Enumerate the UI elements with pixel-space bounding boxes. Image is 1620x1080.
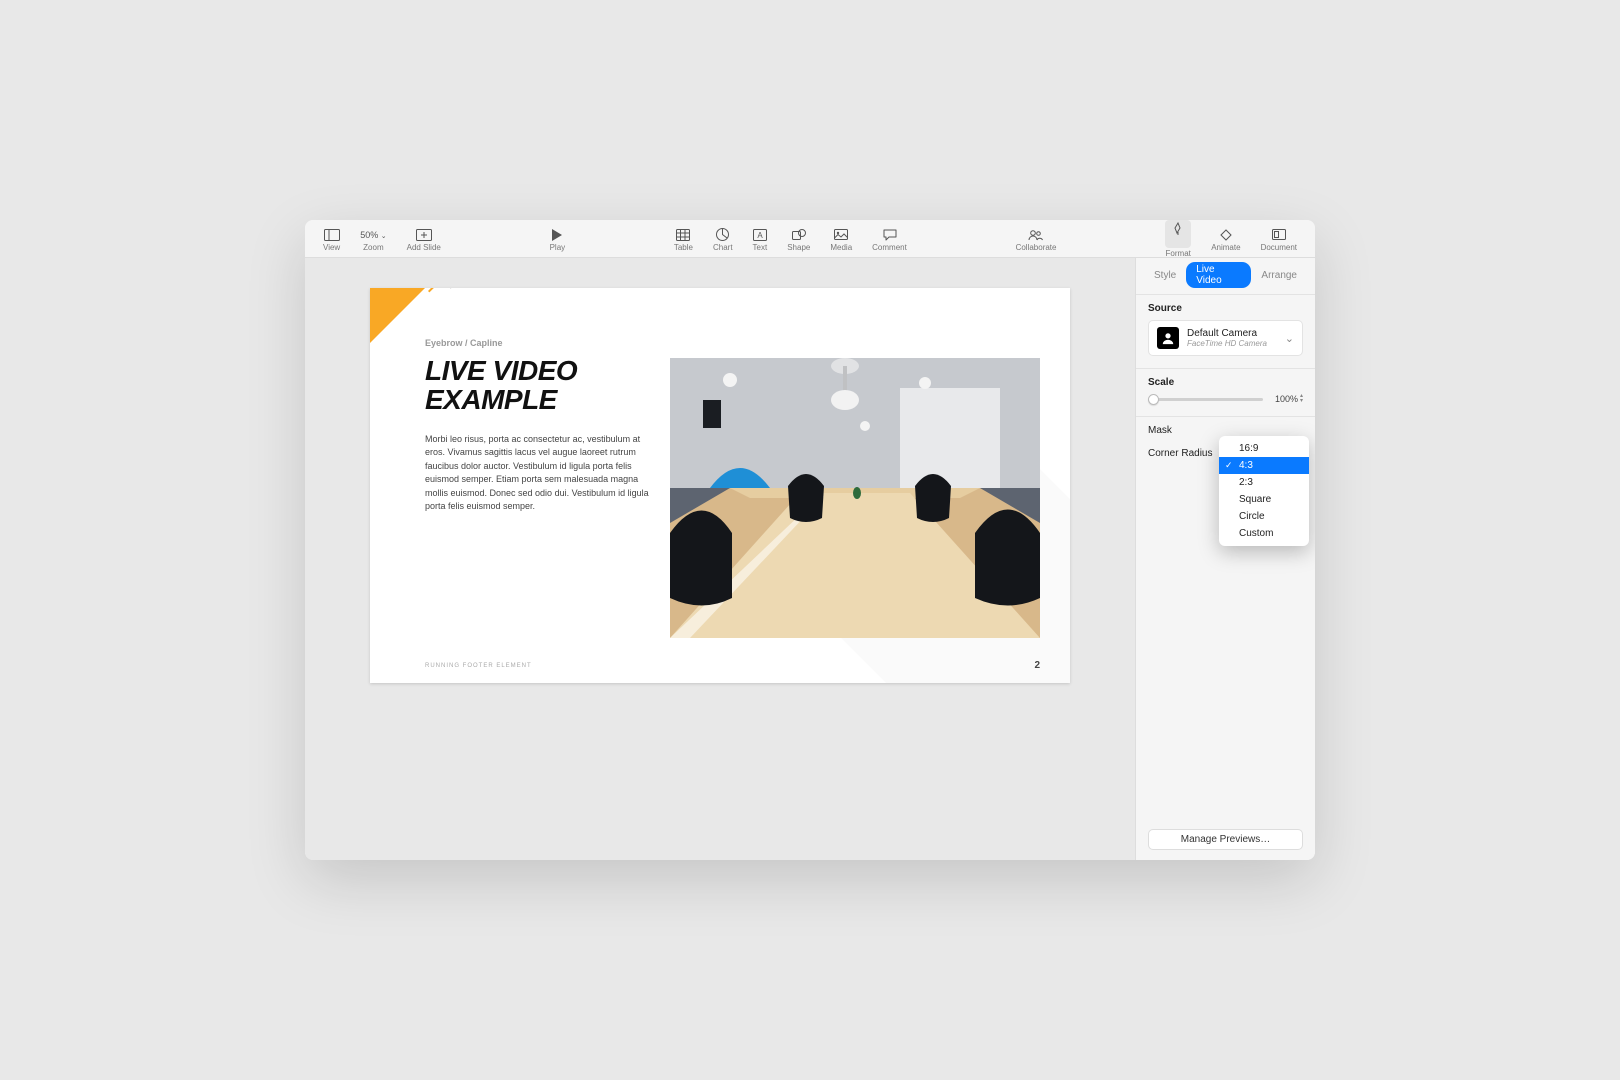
document-button[interactable]: Document: [1251, 220, 1307, 258]
manage-previews-button[interactable]: Manage Previews…: [1148, 829, 1303, 850]
decorative-diagonal-gray: [450, 288, 578, 289]
decorative-triangle: [370, 288, 425, 343]
slide-text-block[interactable]: Eyebrow / Capline LIVE VIDEO EXAMPLE Mor…: [425, 338, 655, 514]
mask-label: Mask: [1148, 425, 1172, 436]
play-button[interactable]: Play: [540, 220, 576, 258]
zoom-select[interactable]: 50% ⌄ Zoom: [350, 220, 396, 258]
source-name: Default Camera: [1187, 328, 1277, 339]
svg-text:A: A: [757, 231, 763, 240]
format-button[interactable]: Format: [1155, 220, 1201, 258]
tab-style[interactable]: Style: [1144, 268, 1186, 283]
comment-button[interactable]: Comment: [862, 220, 917, 258]
table-button[interactable]: Table: [664, 220, 703, 258]
slide-title: LIVE VIDEO EXAMPLE: [425, 356, 655, 415]
canvas-area[interactable]: Eyebrow / Capline LIVE VIDEO EXAMPLE Mor…: [305, 258, 1135, 860]
corner-radius-label: Corner Radius: [1148, 448, 1212, 459]
tab-arrange[interactable]: Arrange: [1251, 268, 1307, 283]
slide-eyebrow: Eyebrow / Capline: [425, 338, 655, 348]
slide-page-number: 2: [1034, 660, 1040, 671]
source-subtitle: FaceTime HD Camera: [1187, 339, 1277, 348]
mask-option-circle[interactable]: Circle: [1219, 508, 1309, 525]
live-video-placeholder[interactable]: [670, 358, 1040, 638]
mask-dropdown-menu: 16:9 4:3 2:3 Square Circle Custom: [1219, 436, 1309, 546]
shape-button[interactable]: Shape: [777, 220, 820, 258]
slider-thumb[interactable]: [1148, 394, 1159, 405]
scale-slider[interactable]: [1148, 398, 1263, 401]
slide[interactable]: Eyebrow / Capline LIVE VIDEO EXAMPLE Mor…: [370, 288, 1070, 683]
mask-option-4-3[interactable]: 4:3: [1219, 457, 1309, 474]
mask-option-16-9[interactable]: 16:9: [1219, 440, 1309, 457]
text-button[interactable]: A Text: [743, 220, 778, 258]
mask-option-custom[interactable]: Custom: [1219, 525, 1309, 542]
scale-value-stepper[interactable]: 100% ▴▾: [1269, 394, 1303, 404]
decorative-diagonal-orange: [428, 288, 557, 292]
scale-label: Scale: [1148, 377, 1303, 388]
inspector-tabs: Style Live Video Arrange: [1136, 258, 1315, 294]
animate-button[interactable]: Animate: [1201, 220, 1250, 258]
source-select[interactable]: Default Camera FaceTime HD Camera ⌄: [1148, 320, 1303, 356]
app-window: View 50% ⌄ Zoom Add Slide Play Table: [305, 220, 1315, 860]
person-icon: [1157, 327, 1179, 349]
source-label: Source: [1148, 303, 1303, 314]
mask-option-2-3[interactable]: 2:3: [1219, 474, 1309, 491]
slide-footer: RUNNING FOOTER ELEMENT: [425, 663, 532, 669]
slide-body: Morbi leo risus, porta ac consectetur ac…: [425, 433, 655, 514]
chevron-down-icon: ⌄: [1285, 332, 1294, 345]
mask-option-square[interactable]: Square: [1219, 491, 1309, 508]
view-button[interactable]: View: [313, 220, 350, 258]
toolbar: View 50% ⌄ Zoom Add Slide Play Table: [305, 220, 1315, 258]
collaborate-button[interactable]: Collaborate: [1006, 220, 1067, 258]
inspector-panel: Style Live Video Arrange Source Default …: [1135, 258, 1315, 860]
media-button[interactable]: Media: [820, 220, 862, 258]
tab-live-video[interactable]: Live Video: [1186, 262, 1251, 288]
chart-button[interactable]: Chart: [703, 220, 743, 258]
add-slide-button[interactable]: Add Slide: [397, 220, 451, 258]
